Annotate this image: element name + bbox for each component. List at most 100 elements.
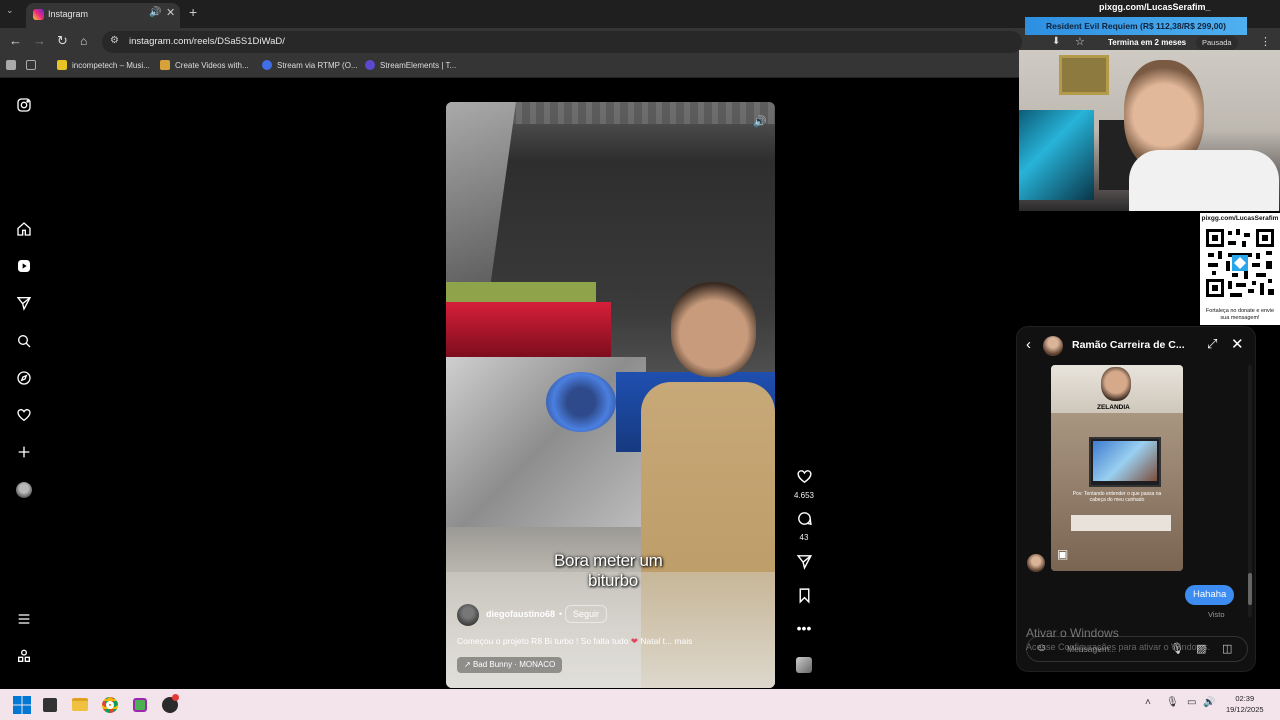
bookmark-create-videos[interactable]: Create Videos with...: [160, 60, 249, 70]
close-icon[interactable]: ✕: [1231, 335, 1244, 353]
qr-code-icon: [1204, 227, 1276, 299]
obs-icon[interactable]: [160, 694, 180, 715]
reload-icon[interactable]: ↻: [57, 34, 68, 48]
red-taillight: [446, 302, 611, 357]
install-app-icon[interactable]: ⬇: [1052, 36, 1060, 47]
goal-subinfo: Termina em 2 meses: [1108, 38, 1187, 47]
app-icon[interactable]: [130, 695, 150, 715]
bookmark-favicon-icon: [160, 60, 170, 70]
tray-volume-icon[interactable]: 🔊: [1203, 697, 1215, 708]
preview-caption: Pov: Tentando entender o que passa na ca…: [1072, 491, 1162, 503]
pix-overlay-title: pixgg.com/LucasSerafim_: [1099, 2, 1211, 12]
instagram-favicon-icon: [33, 9, 44, 20]
search-nav-icon[interactable]: [14, 331, 34, 351]
sent-message[interactable]: Hahaha: [1185, 585, 1235, 605]
clock-date: 19/12/2025: [1226, 705, 1264, 714]
music-tag[interactable]: ↗ Bad Bunny · MONACO: [457, 657, 563, 673]
tray-overflow-icon[interactable]: ˄: [1145, 697, 1151, 708]
folder-icon: [57, 60, 67, 70]
browser-menu-icon[interactable]: ⋮: [1260, 35, 1271, 48]
like-action[interactable]: 4.653: [793, 468, 815, 500]
preview-face: [1101, 367, 1131, 401]
chrome-icon[interactable]: [100, 695, 120, 715]
create-nav-icon[interactable]: [14, 442, 34, 462]
tab-list-icon[interactable]: ⌄: [6, 5, 14, 16]
chat-scrollbar[interactable]: [1248, 365, 1252, 617]
author-avatar[interactable]: [457, 604, 479, 626]
clock-time: 02:39: [1235, 694, 1255, 703]
follow-button[interactable]: Seguir: [565, 605, 608, 623]
video-subtitle-line1: Bora meter um: [554, 551, 663, 570]
instagram-logo-icon[interactable]: [14, 95, 34, 115]
qr-footer: Fortaleça no donate e envie sua mensagem…: [1205, 308, 1275, 321]
profile-avatar[interactable]: [14, 480, 34, 500]
share-action[interactable]: [793, 553, 815, 575]
more-apps-nav-icon[interactable]: [14, 646, 34, 666]
menu-nav-icon[interactable]: [14, 609, 34, 629]
sticker-icon[interactable]: ◫: [1222, 642, 1232, 655]
address-bar[interactable]: ⚙ instagram.com/reels/DSa5S1DiWaD/: [102, 31, 1022, 53]
bookmark-apps-icon[interactable]: [6, 60, 21, 70]
reel-video[interactable]: 🔊 Bora meter um biturbo diegofaustino68 …: [446, 102, 775, 688]
tray-network-icon[interactable]: ▭: [1187, 697, 1196, 708]
dm-chat-popup: ‹ Ramão Carreira de C... ⤢ ✕ ZELANDIA Po…: [1016, 326, 1256, 672]
heart-icon: [796, 470, 812, 484]
reels-badge-icon: ▣: [1057, 547, 1069, 561]
task-view-icon[interactable]: [40, 695, 60, 715]
comment-icon: [797, 512, 812, 526]
new-tab-button[interactable]: +: [189, 4, 197, 20]
windows-start-icon[interactable]: [12, 695, 32, 715]
close-tab-icon[interactable]: ✕: [166, 6, 175, 19]
wall-painting: [1059, 55, 1109, 95]
reel-caption[interactable]: Começou o projeto R8 Bi turbo ! So falta…: [457, 636, 692, 647]
caption-more[interactable]: Natal t... mais: [640, 636, 692, 646]
explore-nav-icon[interactable]: [14, 368, 34, 388]
seen-status: Visto: [1208, 610, 1225, 619]
bookmark-restream[interactable]: Stream via RTMP (O...: [262, 60, 358, 70]
back-icon[interactable]: ‹: [1026, 336, 1031, 353]
system-clock[interactable]: 02:39 19/12/2025: [1226, 693, 1264, 715]
webcam-feed: [1019, 50, 1280, 211]
bookmark-streamelements[interactable]: StreamElements | T...: [365, 60, 456, 70]
home-nav-icon[interactable]: [14, 219, 34, 239]
tray-mic-icon[interactable]: 🎙: [1166, 697, 1179, 708]
caption-text: Começou o projeto R8 Bi turbo ! So falta…: [457, 636, 629, 646]
tab-title: Instagram: [48, 9, 89, 19]
man-head: [671, 282, 756, 377]
bookmark-favicon-icon: [262, 60, 272, 70]
more-options-icon[interactable]: •••: [793, 621, 815, 635]
back-icon[interactable]: ←: [9, 34, 22, 48]
forward-icon[interactable]: →: [33, 34, 46, 48]
speaker-icon[interactable]: 🔊: [749, 111, 771, 133]
turbo-part: [546, 372, 616, 432]
chat-avatar[interactable]: [1043, 336, 1063, 356]
paused-badge[interactable]: Pausada: [1196, 36, 1238, 50]
windows-activation-title: Ativar o Windows: [1026, 626, 1119, 640]
windows-taskbar: ˄ 🎙 ▭ 🔊 02:39 19/12/2025: [0, 689, 1280, 720]
preview-tv-screen: [1093, 441, 1157, 481]
notifications-nav-icon[interactable]: [14, 405, 34, 425]
save-action[interactable]: [793, 587, 815, 609]
tab-audio-icon[interactable]: 🔊: [149, 7, 161, 18]
star-icon[interactable]: ☆: [1075, 35, 1085, 48]
chat-title[interactable]: Ramão Carreira de C...: [1072, 339, 1185, 351]
audio-thumbnail[interactable]: [793, 657, 815, 673]
address-url[interactable]: instagram.com/reels/DSa5S1DiWaD/: [129, 36, 285, 47]
file-explorer-icon[interactable]: [70, 695, 90, 715]
home-icon[interactable]: ⌂: [80, 34, 87, 48]
sender-avatar[interactable]: [1027, 554, 1045, 572]
browser-tab[interactable]: Instagram 🔊 ✕: [26, 3, 180, 28]
author-username[interactable]: diegofaustino68: [486, 609, 555, 619]
reels-nav-icon[interactable]: [14, 256, 34, 276]
shared-reel-preview[interactable]: ZELANDIA Pov: Tentando entender o que pa…: [1051, 365, 1183, 571]
comment-action[interactable]: 43: [793, 510, 815, 542]
donation-qr-panel: pixgg.com/LucasSerafim Fortaleça no dona…: [1200, 213, 1280, 325]
expand-icon[interactable]: ⤢: [1207, 336, 1217, 352]
preview-tv-stand: [1071, 515, 1171, 531]
share-icon: [796, 555, 812, 570]
separator-dot: •: [559, 609, 563, 619]
messages-nav-icon[interactable]: [14, 293, 34, 313]
bookmark-grid-icon[interactable]: [26, 60, 41, 70]
site-info-icon[interactable]: ⚙: [110, 35, 119, 46]
bookmark-incompetech[interactable]: incompetech – Musi...: [57, 60, 150, 70]
